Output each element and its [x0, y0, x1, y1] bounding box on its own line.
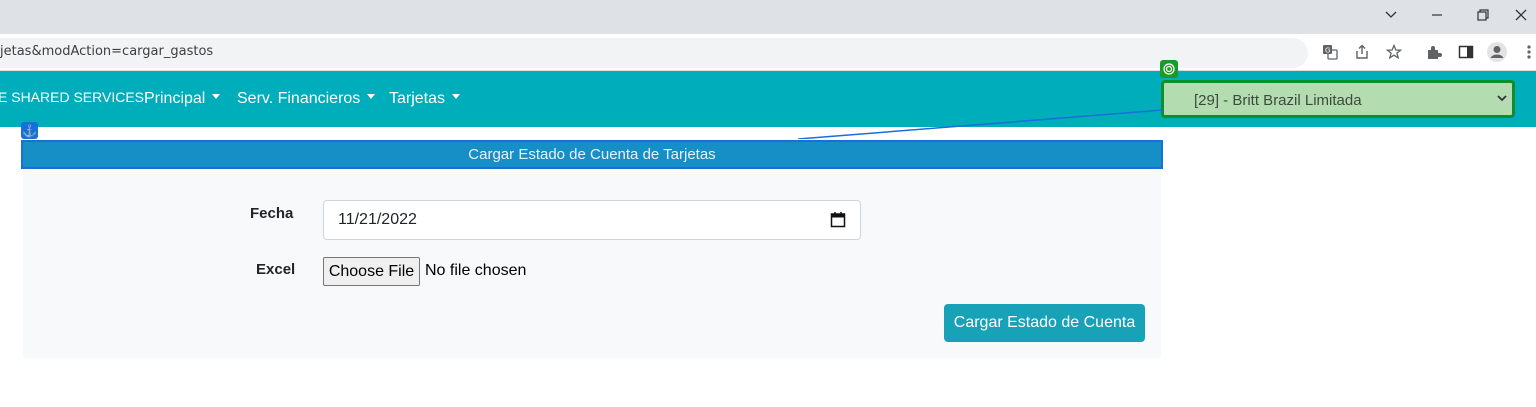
cargar-estado-button[interactable]: Cargar Estado de Cuenta: [944, 304, 1145, 342]
form-title: Cargar Estado de Cuenta de Tarjetas: [21, 140, 1163, 169]
file-status: No file chosen: [425, 262, 527, 279]
anchor-icon: ⚓: [21, 122, 38, 139]
calendar-icon[interactable]: [830, 211, 846, 233]
fecha-value: 11/21/2022: [338, 211, 417, 228]
excel-label: Excel: [256, 261, 296, 278]
choose-file-button[interactable]: Choose File: [323, 257, 420, 286]
fecha-label: Fecha: [250, 205, 294, 222]
